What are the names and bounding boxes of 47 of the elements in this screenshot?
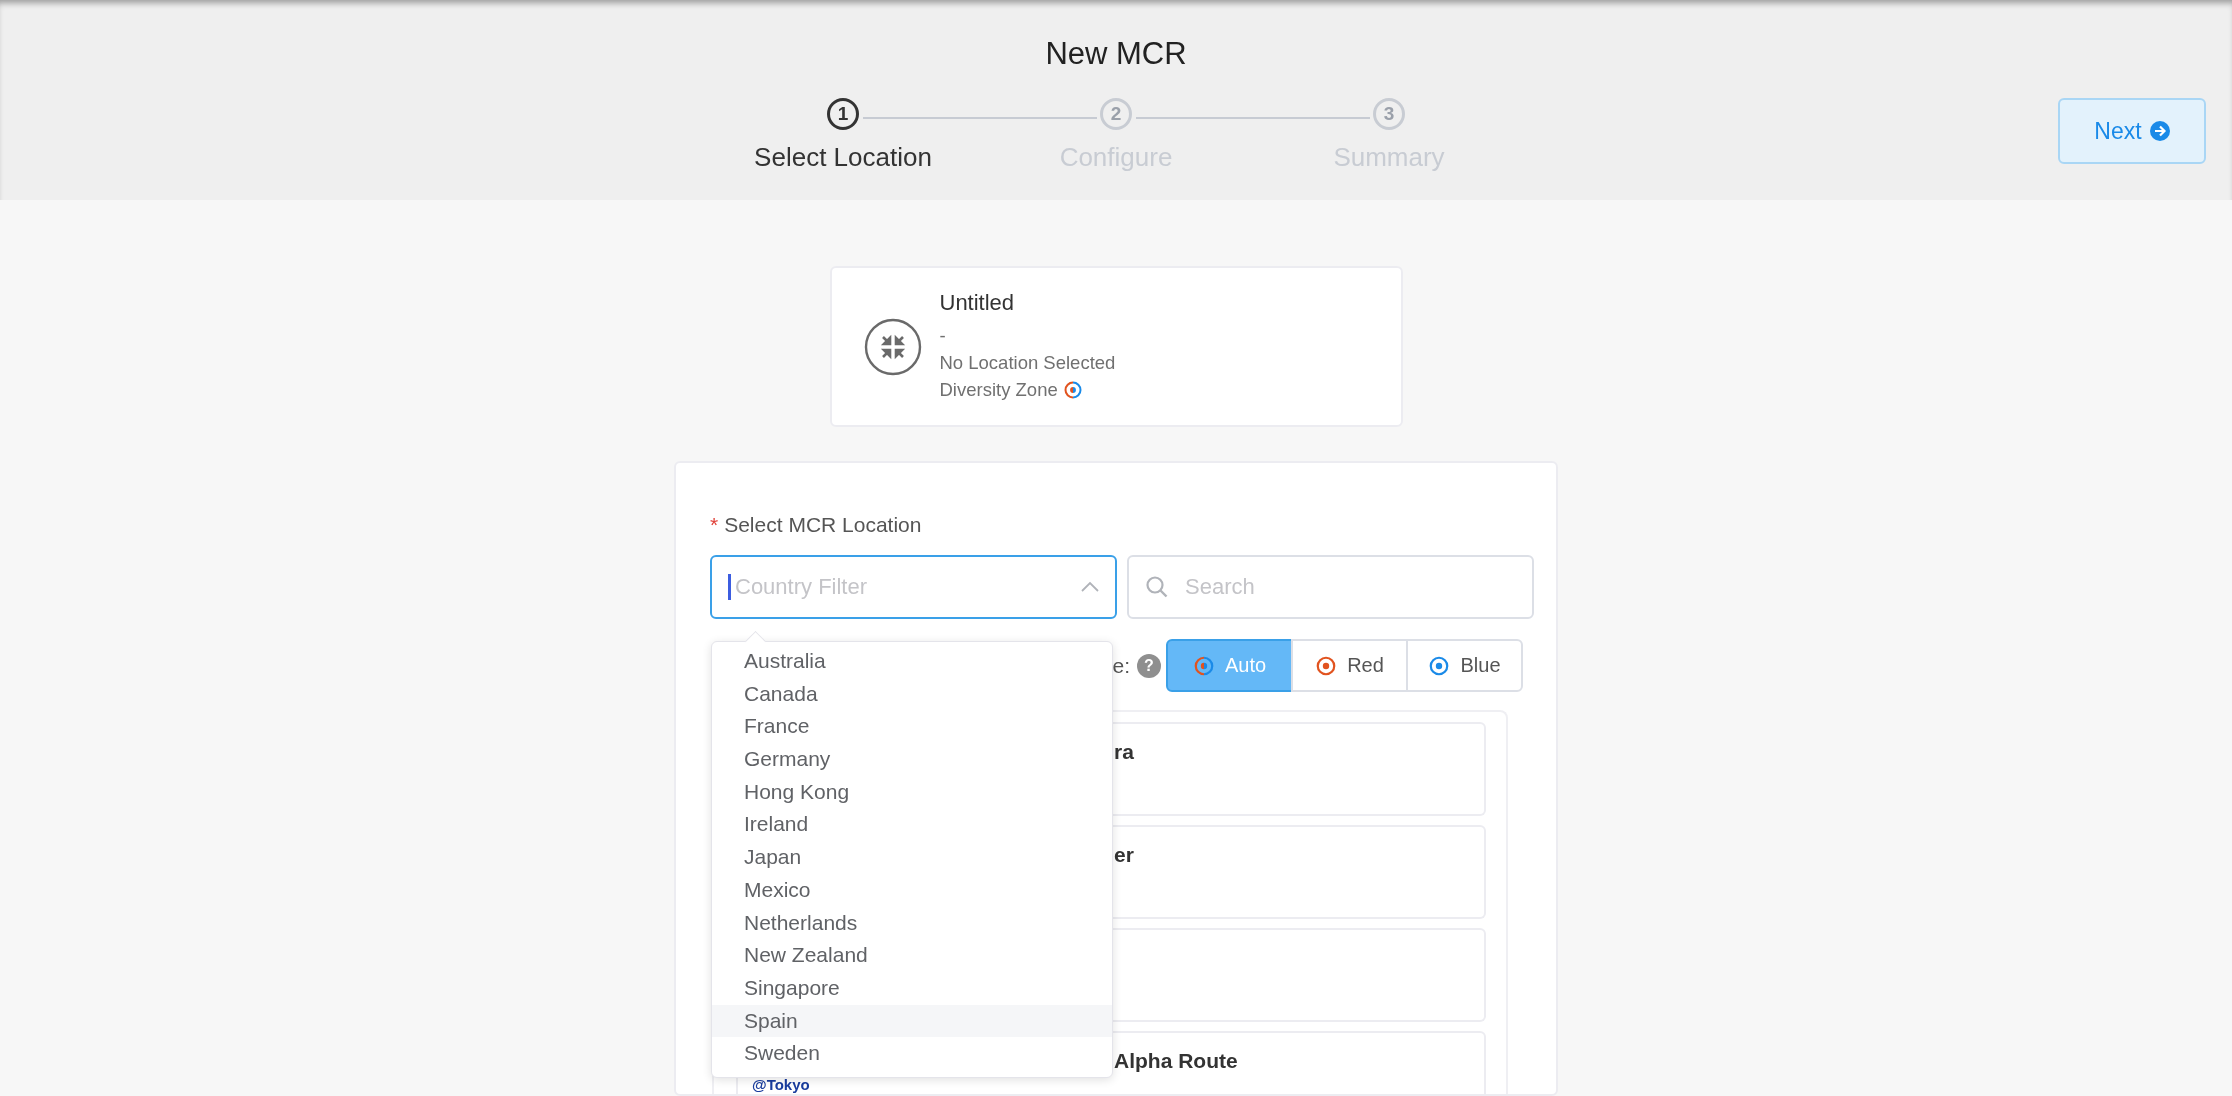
- search-field[interactable]: Search: [1127, 555, 1534, 619]
- country-option[interactable]: Singapore: [712, 971, 1112, 1005]
- country-option[interactable]: Japan: [712, 841, 1112, 874]
- expand-arrows-icon: [863, 317, 922, 376]
- country-filter-field[interactable]: Country Filter: [710, 555, 1117, 619]
- diversity-zone-text: Diversity Zone: [939, 378, 1058, 402]
- page-title: New MCR: [1045, 36, 1187, 73]
- chevron-icon: [1081, 581, 1099, 593]
- country-option[interactable]: Hong Kong: [712, 775, 1112, 809]
- target-icon: [1192, 654, 1215, 677]
- target-icon: [1428, 654, 1451, 677]
- target-icon: [1062, 379, 1083, 400]
- zone-option[interactable]: Red: [1291, 639, 1408, 692]
- search-icon: [1145, 575, 1169, 599]
- step-number: 1: [827, 98, 859, 130]
- location-card[interactable]: ra: [1114, 722, 1486, 816]
- location-card[interactable]: [1114, 928, 1486, 1022]
- target-icon: [1315, 654, 1338, 677]
- country-option[interactable]: Mexico: [712, 873, 1112, 907]
- country-option[interactable]: New Zealand: [712, 939, 1112, 972]
- diversity-label: e:: [1112, 653, 1130, 678]
- help-icon[interactable]: ?: [1137, 653, 1161, 678]
- country-option[interactable]: Germany: [712, 743, 1112, 776]
- country-option[interactable]: Ireland: [712, 808, 1112, 842]
- field-label: Select MCR Location: [724, 513, 922, 537]
- text-cursor: [728, 574, 731, 600]
- location-card[interactable]: Alpha Route: [1114, 1031, 1486, 1094]
- location-title: ra: [1114, 740, 1134, 764]
- location-title: Alpha Route: [1114, 1049, 1238, 1073]
- location-card[interactable]: er: [1114, 825, 1486, 919]
- card-subtitle: -: [939, 324, 946, 348]
- step-number: 2: [1100, 98, 1132, 130]
- country-option[interactable]: Canada: [712, 677, 1112, 711]
- card-title: Untitled: [939, 290, 1016, 316]
- location-logo: @Tokyo: [752, 1077, 810, 1093]
- country-option[interactable]: Spain: [712, 1004, 1112, 1038]
- location-text: No Location Selected: [939, 351, 1116, 375]
- country-option[interactable]: France: [712, 710, 1112, 744]
- next-button[interactable]: Next: [2058, 98, 2206, 164]
- step-label[interactable]: Select Location: [754, 142, 932, 173]
- country-option[interactable]: Australia: [712, 645, 1112, 678]
- zone-option[interactable]: Blue: [1406, 639, 1523, 692]
- country-option[interactable]: Netherlands: [712, 906, 1112, 940]
- location-title: er: [1114, 843, 1134, 867]
- step-number: 3: [1373, 98, 1405, 130]
- required-mark: *: [710, 513, 719, 537]
- country-option[interactable]: Sweden: [712, 1037, 1112, 1070]
